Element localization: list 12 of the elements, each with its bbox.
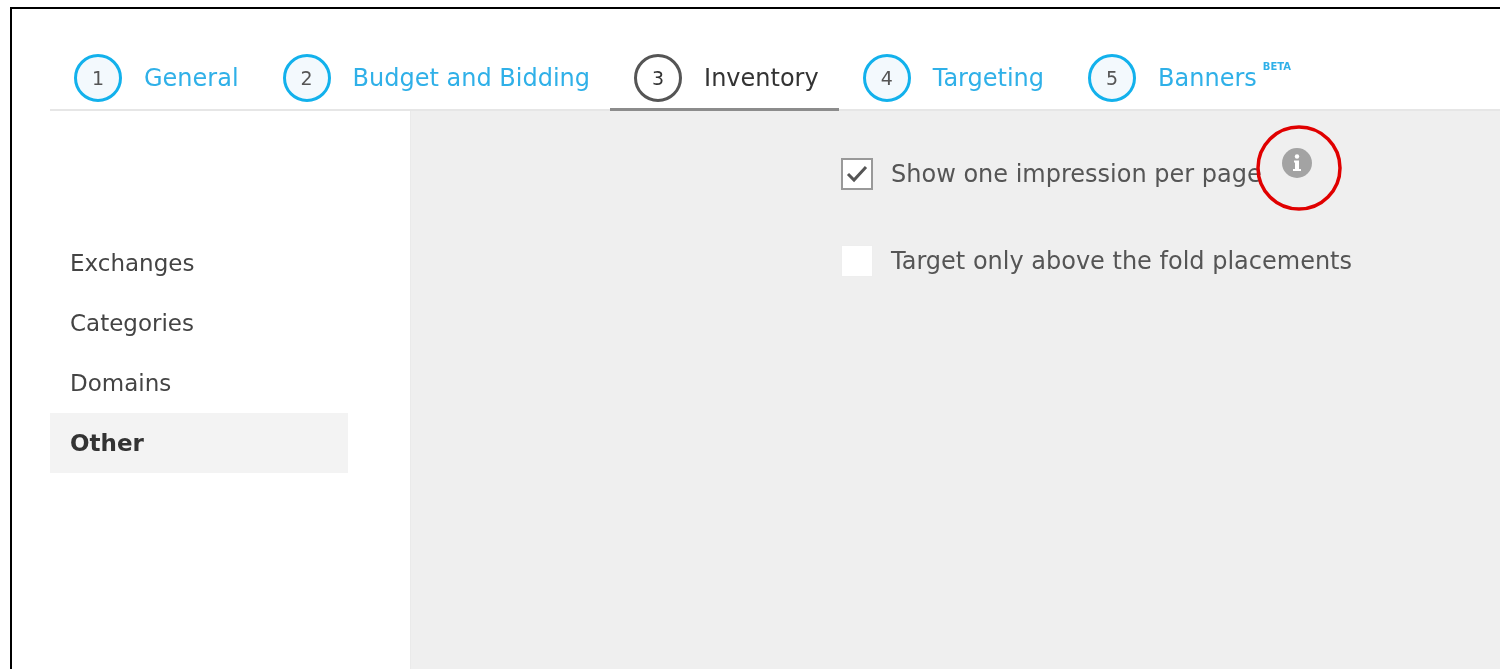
sidebar-item[interactable]: Categories — [50, 293, 348, 353]
info-icon[interactable] — [1281, 148, 1312, 178]
option-label: Target only above the fold placements — [891, 247, 1352, 275]
step-tab[interactable]: 4 Targeting — [838, 47, 1065, 111]
sidebar-item[interactable]: Exchanges — [50, 233, 348, 293]
sidebar-item[interactable]: Other — [50, 413, 348, 473]
check-icon — [846, 165, 868, 183]
step-tab[interactable]: 5 Banners $^{BETA}$ — [1064, 47, 1312, 111]
checkbox[interactable] — [841, 158, 873, 190]
step-tab[interactable]: 1 General — [50, 47, 259, 111]
step-tab[interactable]: 2 Budget and Bidding — [258, 47, 611, 111]
sidebar-item[interactable]: Domains — [50, 353, 348, 413]
